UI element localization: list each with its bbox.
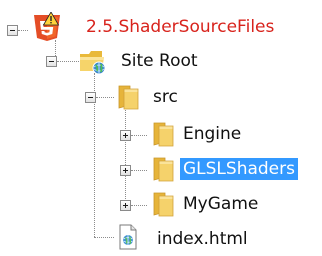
tree-connector bbox=[131, 170, 147, 171]
expand-toggle[interactable] bbox=[120, 200, 131, 211]
folder-icon bbox=[151, 155, 175, 187]
tree-node-project[interactable]: 2.5.ShaderSourceFiles bbox=[0, 10, 322, 44]
tree-connector bbox=[57, 61, 75, 62]
web-folder-icon bbox=[78, 46, 108, 80]
expand-toggle[interactable] bbox=[120, 130, 131, 141]
tree-node-engine[interactable]: Engine bbox=[0, 118, 322, 152]
folder-icon bbox=[116, 83, 140, 115]
site-root-label: Site Root bbox=[121, 51, 198, 71]
tree-node-index-html[interactable]: index.html bbox=[0, 222, 322, 256]
tree-connector bbox=[96, 97, 114, 98]
folder-icon bbox=[151, 190, 175, 222]
expand-toggle[interactable] bbox=[120, 165, 131, 176]
collapse-toggle[interactable] bbox=[46, 56, 57, 67]
html-file-icon bbox=[117, 224, 139, 254]
mygame-label: MyGame bbox=[183, 194, 259, 214]
project-label: 2.5.ShaderSourceFiles bbox=[86, 17, 275, 37]
tree-node-site-root[interactable]: Site Root bbox=[0, 45, 322, 79]
html5-project-warning-icon bbox=[30, 11, 64, 46]
index-html-label: index.html bbox=[157, 229, 248, 249]
tree-node-mygame[interactable]: MyGame bbox=[0, 188, 322, 222]
tree-node-glslshaders[interactable]: GLSLShaders bbox=[0, 153, 322, 187]
tree-node-src[interactable]: src bbox=[0, 81, 322, 115]
collapse-toggle[interactable] bbox=[85, 92, 96, 103]
glslshaders-label: GLSLShaders bbox=[180, 158, 298, 180]
solution-explorer-tree: 2.5.ShaderSourceFiles Site Root src Engi… bbox=[0, 0, 322, 252]
tree-connector bbox=[131, 135, 147, 136]
tree-connector bbox=[18, 30, 28, 31]
tree-connector bbox=[131, 205, 147, 206]
src-label: src bbox=[153, 87, 178, 107]
collapse-toggle[interactable] bbox=[7, 25, 18, 36]
engine-label: Engine bbox=[183, 124, 242, 144]
folder-icon bbox=[151, 120, 175, 152]
